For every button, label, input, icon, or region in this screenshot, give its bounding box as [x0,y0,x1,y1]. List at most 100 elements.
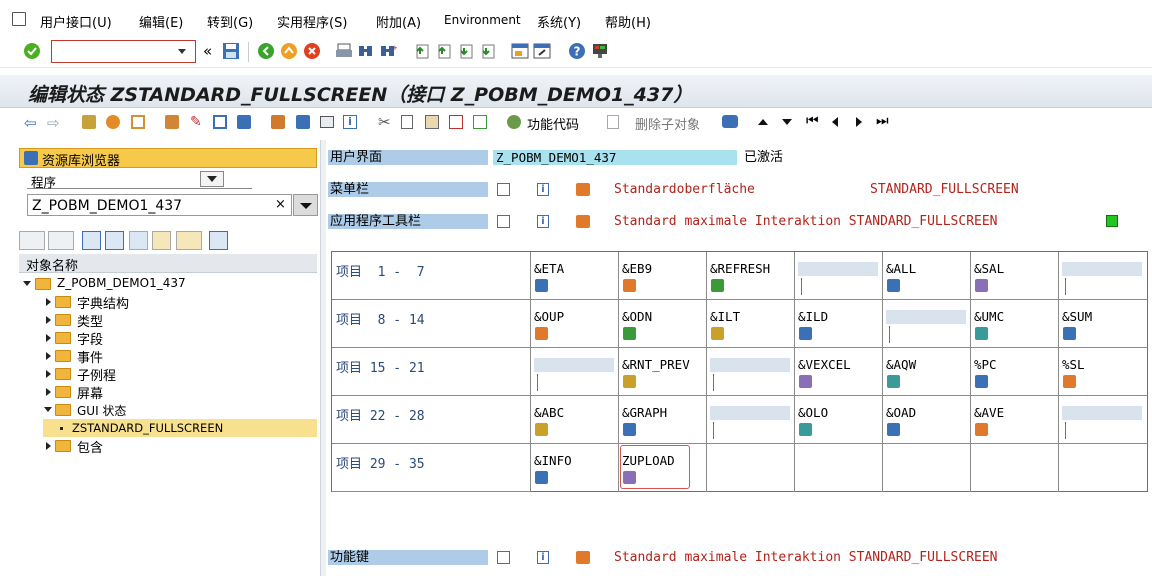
menu-edit[interactable]: 编辑(E) [139,12,183,31]
grid-item-cell[interactable]: &ODN [619,300,707,348]
first-icon[interactable]: ⏮ [806,113,819,129]
nav-forward-icon[interactable] [48,231,74,250]
activate-icon[interactable] [131,115,145,129]
menu-exit-icon[interactable] [12,12,26,26]
grid-item-cell[interactable]: &REFRESH [707,252,795,300]
grid-empty-field[interactable] [710,358,790,372]
menu-help[interactable]: 帮助(H) [605,12,651,31]
repository-browser-header[interactable]: 资源库浏览器 [19,148,317,169]
delete-icon[interactable] [607,115,619,129]
help-icon[interactable]: ? [568,42,586,60]
grid-item-cell[interactable]: &ABC [531,396,619,444]
info-icon[interactable]: i [343,115,357,129]
grid-item-cell[interactable]: &OAD [883,396,971,444]
nav-back-icon[interactable] [19,231,45,250]
expand-section-icon[interactable] [497,215,510,228]
grid-empty-field[interactable] [534,358,614,372]
object-type-select[interactable]: 程序 [27,170,252,190]
tree-node-zstandard-fullscreen[interactable]: ZSTANDARD_FULLSCREEN [43,419,317,437]
grid-item-cell[interactable]: &INFO [531,444,619,492]
grid-item-cell[interactable]: &OLO [795,396,883,444]
grid-empty-field[interactable] [710,406,790,420]
tree-node-screens[interactable]: 屏幕 [19,383,317,402]
tree-node-gui-status[interactable]: GUI 状态 [19,401,317,419]
last-icon[interactable]: ⏭ [876,113,889,129]
hierarchy-tree-icon[interactable] [152,231,171,250]
double-chevron-left-icon[interactable]: « [203,42,212,60]
collapsed-arrow-icon[interactable] [46,388,51,396]
grid-empty-cell[interactable] [795,444,883,492]
arrow-left-icon[interactable]: ⇦ [24,114,37,132]
grid-empty-cell[interactable] [971,444,1059,492]
find-icon[interactable] [357,42,375,60]
edit-icon[interactable]: ✎ [190,114,202,130]
menu-environment[interactable]: Environment [444,13,521,27]
insert-icon[interactable] [449,115,463,129]
tree-node-subroutines[interactable]: 子例程 [19,365,317,384]
favorites-icon[interactable] [176,231,202,250]
cancel-icon[interactable] [303,42,321,60]
menu-system[interactable]: 系统(Y) [537,12,581,31]
previous-icon[interactable] [832,117,838,127]
chevron-down-icon[interactable] [207,176,217,182]
object-name-input[interactable]: Z_POBM_DEMO1_437 × [27,194,292,216]
collapsed-arrow-icon[interactable] [46,370,51,378]
expand-icon[interactable] [82,231,101,250]
check-icon[interactable] [165,115,179,129]
scroll-up-icon[interactable] [758,119,768,125]
grid-item-cell[interactable]: %PC [971,348,1059,396]
collapsed-arrow-icon[interactable] [46,298,51,306]
chevron-down-icon[interactable] [300,203,312,209]
tree-node-program[interactable]: Z_POBM_DEMO1_437 [19,275,317,293]
grid-empty-cell[interactable] [1059,396,1147,444]
insert-plus-icon[interactable] [473,115,487,129]
grid-item-cell[interactable]: &ALL [883,252,971,300]
last-page-icon[interactable] [478,42,496,60]
clear-icon[interactable]: × [275,197,286,212]
tree-node-includes[interactable]: 包含 [19,437,317,456]
cut-icon[interactable]: ✂ [378,113,391,131]
save-icon[interactable] [222,42,240,60]
grid-empty-cell[interactable] [531,348,619,396]
grid-item-cell[interactable]: &EB9 [619,252,707,300]
stack-icon[interactable] [722,115,738,128]
tree-icon[interactable] [296,115,310,129]
prev-page-icon[interactable] [434,42,452,60]
expanded-arrow-icon[interactable] [23,281,31,286]
chevron-down-icon[interactable] [178,49,186,54]
info-icon[interactable]: i [537,183,549,196]
grid-item-cell[interactable]: &ILD [795,300,883,348]
menu-user-interface[interactable]: 用户接口(U) [40,12,112,31]
grid-item-cell[interactable]: &AVE [971,396,1059,444]
customize-layout-icon[interactable] [591,42,609,60]
paste-icon[interactable] [425,115,439,129]
grid-empty-cell[interactable] [795,252,883,300]
print-icon[interactable] [335,42,353,60]
grid-item-cell[interactable]: &RNT_PREV [619,348,707,396]
grid-empty-field[interactable] [974,454,1054,468]
grid-empty-field[interactable] [710,454,790,468]
info-icon[interactable]: i [537,551,549,564]
grid-empty-field[interactable] [798,262,878,276]
refresh-icon[interactable] [209,231,228,250]
back-icon[interactable] [257,42,275,60]
arrow-right-icon[interactable]: ⇨ [47,114,60,132]
grid-item-cell[interactable]: &SAL [971,252,1059,300]
menu-goto[interactable]: 转到(G) [207,12,253,31]
grid-empty-field[interactable] [1062,454,1142,468]
delete-subobject-button[interactable]: 删除子对象 [635,114,700,133]
next-icon[interactable] [856,117,862,127]
tree-node-types[interactable]: 类型 [19,311,317,330]
exit-icon[interactable] [280,42,298,60]
new-session-icon[interactable] [511,42,529,60]
expand-section-icon[interactable] [497,551,510,564]
tree-node-events[interactable]: 事件 [19,347,317,366]
display-change-icon[interactable] [106,115,120,129]
scroll-down-icon[interactable] [782,119,792,125]
grid-empty-cell[interactable] [883,300,971,348]
object-name-dropdown-button[interactable] [293,194,318,216]
grid-empty-cell[interactable] [1059,444,1147,492]
hierarchy-icon[interactable] [576,551,590,564]
grid-item-cell[interactable]: %SL [1059,348,1147,396]
menu-extras[interactable]: 附加(A) [376,12,421,31]
